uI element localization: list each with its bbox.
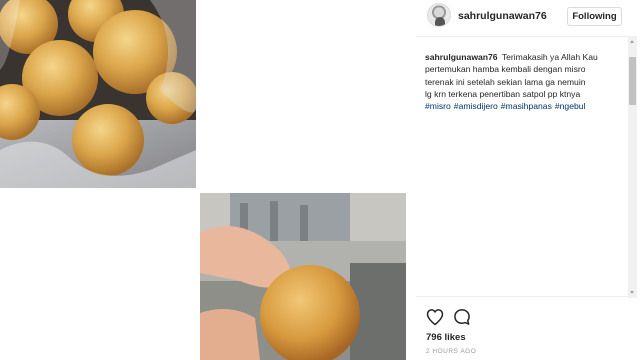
post-timestamp[interactable]: 2 HOURS AGO	[426, 348, 476, 355]
hashtag-link[interactable]: #misro	[425, 101, 451, 111]
caption-text-2: pertemukan hamba kembali dengan misro	[425, 64, 586, 75]
hashtag-link[interactable]: #amisdijero	[454, 101, 498, 111]
misro-bag-image	[0, 0, 196, 188]
user-avatar[interactable]	[427, 3, 451, 27]
post-photo-misro-bag	[0, 0, 196, 188]
hashtag-link[interactable]: #masihpanas	[501, 101, 552, 111]
caption-text-3: terenak ini setelah sekian lama ga nemui…	[425, 76, 586, 87]
post-username[interactable]: sahrulgunawan76	[458, 10, 547, 22]
post-caption: sahrulgunawan76 Terimakasih ya Allah Kau…	[425, 51, 627, 112]
likes-count[interactable]: 796 likes	[426, 332, 466, 343]
heart-outline-icon[interactable]	[425, 307, 445, 327]
post-header: sahrulgunawan76 Following	[416, 0, 628, 32]
header-divider	[416, 36, 628, 37]
caption-text-1: Terimakasih ya Allah Kau	[501, 52, 598, 62]
vertical-scrollbar[interactable]	[628, 36, 637, 298]
post-actions: 796 likes 2 HOURS AGO	[416, 296, 628, 360]
scroll-down-arrow-icon[interactable]	[628, 288, 637, 298]
caption-line-1: sahrulgunawan76 Terimakasih ya Allah Kau	[425, 51, 627, 63]
actions-divider	[416, 296, 628, 297]
caption-text-4: lg krn terkena penertiban satpol pp ktny…	[425, 88, 581, 99]
hashtag-link[interactable]: #ngebul	[555, 101, 586, 111]
speech-bubble-icon[interactable]	[452, 307, 472, 327]
post-photo-misro-hand	[200, 193, 406, 360]
caption-hashtags: #misro #amisdijero #masihpanas #ngebul	[425, 100, 627, 112]
scroll-up-arrow-icon[interactable]	[628, 36, 637, 46]
following-button[interactable]: Following	[567, 7, 622, 26]
scrollbar-thumb[interactable]	[629, 57, 636, 105]
caption-username[interactable]: sahrulgunawan76	[425, 52, 498, 62]
misro-hand-image	[200, 193, 406, 360]
post-details-panel: sahrulgunawan76 Following sahrulgunawan7…	[416, 0, 628, 360]
